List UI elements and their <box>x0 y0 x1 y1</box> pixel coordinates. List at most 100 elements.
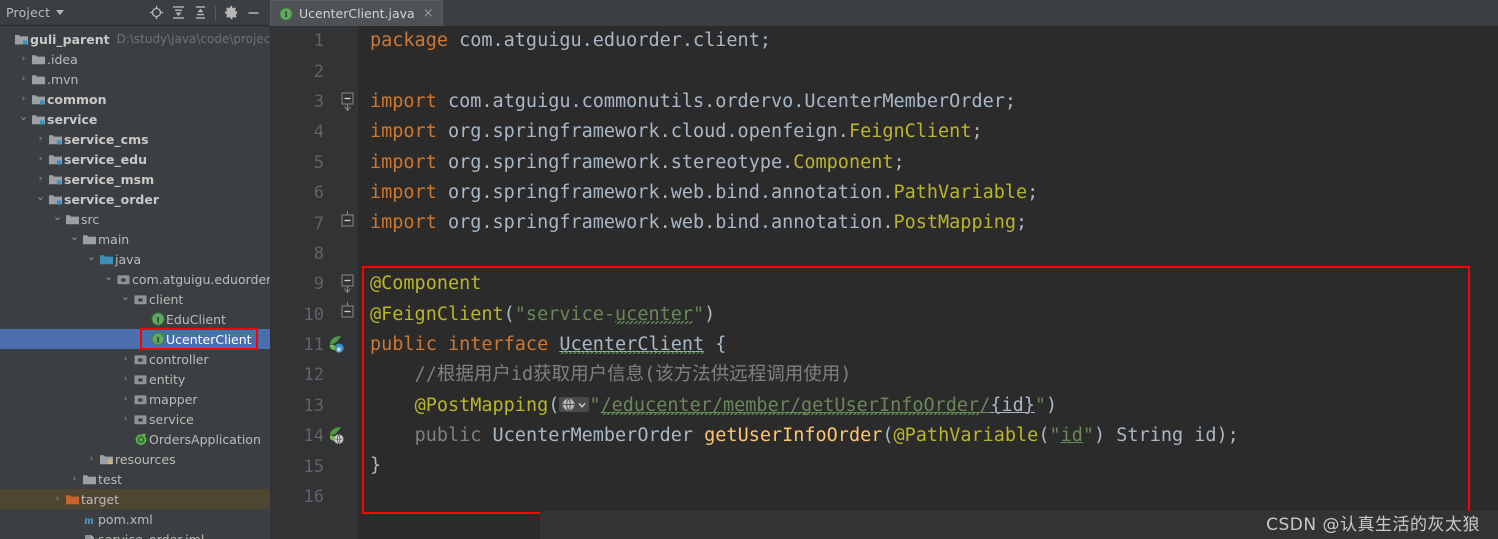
code-line[interactable]: package com.atguigu.eduorder.client; <box>370 26 1498 56</box>
code-line[interactable]: import org.springframework.web.bind.anno… <box>370 178 1498 208</box>
code-fold-marker[interactable] <box>270 87 358 117</box>
chevron-down-icon[interactable]: ⌄ <box>51 210 64 223</box>
tree-root-row[interactable]: › guli_parent D:\study\java\code\project… <box>0 29 270 49</box>
tree-item-controller[interactable]: › controller <box>0 349 270 369</box>
code-token: id <box>1060 425 1083 447</box>
tree-item-ordersapplication[interactable]: › OrdersApplication <box>0 429 270 449</box>
code-line[interactable]: import org.springframework.cloud.openfei… <box>370 117 1498 147</box>
tree-item-service[interactable]: ⌄ service <box>0 109 270 129</box>
tree-item-client[interactable]: ⌄ client <box>0 289 270 309</box>
tree-item-mapper[interactable]: › mapper <box>0 389 270 409</box>
tree-item-service_msm[interactable]: › service_msm <box>0 169 270 189</box>
line-number: 16 <box>303 487 324 508</box>
spring-request-mapping-gutter-icon[interactable] <box>328 426 348 446</box>
code-token: ucenter <box>615 303 694 325</box>
chevron-down-icon[interactable]: ⌄ <box>85 250 98 263</box>
tree-item-service_cms[interactable]: › service_cms <box>0 129 270 149</box>
web-reference-inlay[interactable] <box>559 397 590 413</box>
chevron-right-icon[interactable]: › <box>17 74 30 84</box>
ide-body: › guli_parent D:\study\java\code\project… <box>0 26 1498 539</box>
expand-all-icon[interactable] <box>167 2 189 24</box>
code-fold-marker[interactable] <box>270 300 358 330</box>
code-token: public interface <box>370 333 549 355</box>
tree-item-entity[interactable]: › entity <box>0 369 270 389</box>
editor-gutter[interactable]: 1 2 3 4 5 6 7 8 9 10 11 12 13 14 15 16 e <box>270 26 358 539</box>
code-token: { <box>704 333 727 355</box>
code-line[interactable]: import org.springframework.web.bind.anno… <box>370 208 1498 238</box>
tree-item-common[interactable]: › common <box>0 89 270 109</box>
locate-icon[interactable] <box>145 2 167 24</box>
chevron-down-icon[interactable]: ⌄ <box>119 290 132 303</box>
chevron-down-icon[interactable]: ⌄ <box>68 230 81 243</box>
code-line[interactable]: @Component <box>370 269 1498 299</box>
chevron-down-icon[interactable] <box>56 10 65 15</box>
chevron-right-icon[interactable]: › <box>34 154 47 164</box>
chevron-right-icon[interactable]: › <box>34 134 47 144</box>
chevron-right-icon[interactable]: › <box>17 54 30 64</box>
chevron-right-icon[interactable]: › <box>51 494 64 504</box>
tree-item-educlient[interactable]: › I EduClient <box>0 309 270 329</box>
spring-bean-gutter-icon[interactable]: e <box>328 335 348 355</box>
tree-item-service[interactable]: › service <box>0 409 270 429</box>
editor-tab-ucenterclient[interactable]: I UcenterClient.java × <box>270 0 443 26</box>
code-line[interactable]: @FeignClient("service-ucenter") <box>370 300 1498 330</box>
chevron-right-icon[interactable]: › <box>17 94 30 104</box>
chevron-right-icon[interactable]: › <box>85 454 98 464</box>
project-tree[interactable]: › guli_parent D:\study\java\code\project… <box>0 26 270 539</box>
chevron-right-icon[interactable]: › <box>34 174 47 184</box>
settings-gear-icon[interactable] <box>220 2 242 24</box>
code-line[interactable]: @PostMapping("/educenter/member/getUserI… <box>370 391 1498 421</box>
code-line[interactable]: //根据用户id获取用户信息(该方法供远程调用使用) <box>370 360 1498 390</box>
tree-item-resources[interactable]: › resources <box>0 449 270 469</box>
code-line[interactable]: public interface UcenterClient { <box>370 330 1498 360</box>
tree-item-label: common <box>47 91 107 107</box>
code-line[interactable]: } <box>370 451 1498 481</box>
code-token: UcenterClient <box>559 333 705 355</box>
code-fold-marker[interactable] <box>270 269 358 299</box>
package-icon <box>132 353 149 366</box>
tree-item-pom.xml[interactable]: ›m pom.xml <box>0 509 270 529</box>
resources-folder-icon <box>98 453 115 466</box>
line-number: 15 <box>303 456 324 477</box>
tree-item-src[interactable]: ⌄ src <box>0 209 270 229</box>
code-token: " <box>1049 425 1061 447</box>
chevron-right-icon[interactable]: › <box>119 394 132 404</box>
tree-item-main[interactable]: ⌄ main <box>0 229 270 249</box>
tree-item-.idea[interactable]: › .idea <box>0 49 270 69</box>
chevron-down-icon[interactable]: ⌄ <box>17 110 30 123</box>
spring-boot-icon <box>132 432 149 446</box>
tree-item-java[interactable]: ⌄ java <box>0 249 270 269</box>
tree-item-service_edu[interactable]: › service_edu <box>0 149 270 169</box>
tree-item-test[interactable]: › test <box>0 469 270 489</box>
code-line[interactable] <box>370 56 1498 86</box>
module-icon <box>47 173 64 186</box>
tree-item-com.atguigu.eduorder[interactable]: ⌄ com.atguigu.eduorder <box>0 269 270 289</box>
tree-item-service_order[interactable]: ⌄ service_order <box>0 189 270 209</box>
tree-item-.mvn[interactable]: › .mvn <box>0 69 270 89</box>
minimize-icon[interactable] <box>242 2 264 24</box>
editor-code-area[interactable]: package com.atguigu.eduorder.client; imp… <box>358 26 1498 539</box>
chevron-right-icon[interactable]: › <box>68 474 81 484</box>
code-line[interactable] <box>370 482 1498 512</box>
chevron-down-icon[interactable]: ⌄ <box>102 270 115 283</box>
close-icon[interactable]: × <box>421 7 434 20</box>
project-panel-title[interactable]: Project <box>6 5 50 20</box>
code-line[interactable]: public UcenterMemberOrder getUserInfoOrd… <box>370 421 1498 451</box>
code-editor[interactable]: 1 2 3 4 5 6 7 8 9 10 11 12 13 14 15 16 e package com.atg… <box>270 26 1498 539</box>
module-icon <box>47 193 64 206</box>
collapse-all-icon[interactable] <box>189 2 211 24</box>
chevron-right-icon[interactable]: › <box>119 414 132 424</box>
chevron-right-icon[interactable]: › <box>119 374 132 384</box>
tree-item-label: target <box>81 491 120 507</box>
tree-item-service_order.iml[interactable]: › service_order.iml <box>0 529 270 539</box>
code-line[interactable] <box>370 239 1498 269</box>
code-fold-marker[interactable] <box>270 208 358 238</box>
code-token: import <box>370 151 437 173</box>
tree-item-ucenterclient[interactable]: › I UcenterClient <box>0 329 270 349</box>
code-line[interactable]: import org.springframework.stereotype.Co… <box>370 148 1498 178</box>
code-line[interactable]: import com.atguigu.commonutils.ordervo.U… <box>370 87 1498 117</box>
tree-item-target[interactable]: › target <box>0 489 270 509</box>
chevron-down-icon[interactable]: ⌄ <box>34 190 47 203</box>
chevron-right-icon[interactable]: › <box>119 354 132 364</box>
